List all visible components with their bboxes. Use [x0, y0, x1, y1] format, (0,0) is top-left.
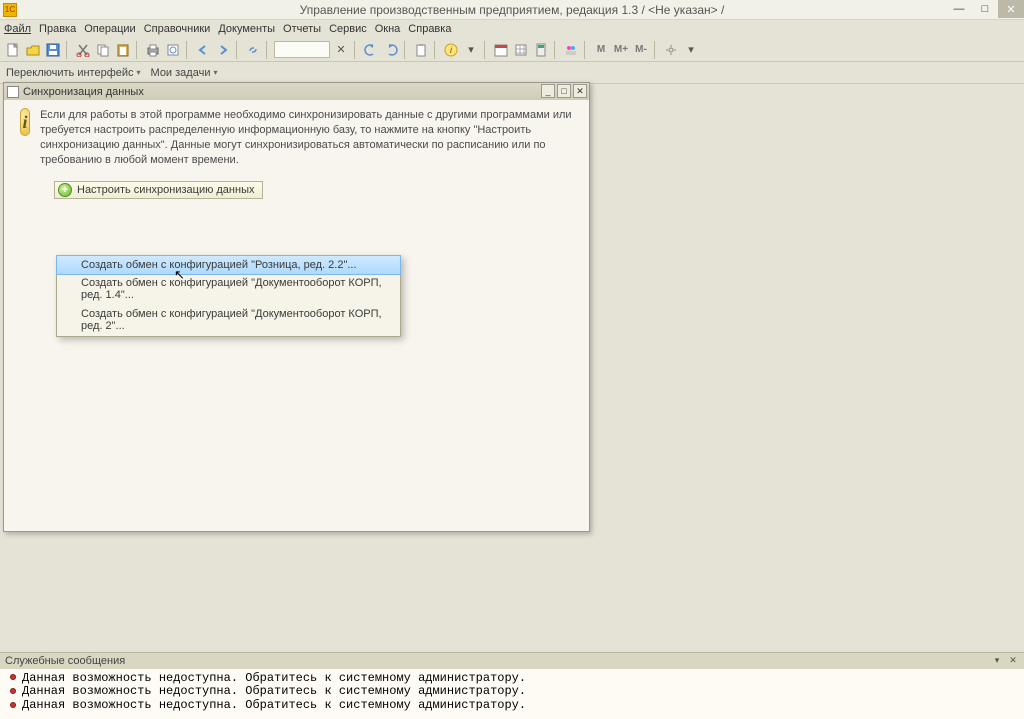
- info-text: Если для работы в этой программе необход…: [40, 108, 579, 167]
- toolbar-separator: [404, 41, 408, 59]
- sync-data-window: Синхронизация данных _ □ ✕ i Если для ра…: [3, 82, 590, 532]
- title-bar: 1C Управление производственным предприят…: [0, 0, 1024, 20]
- messages-collapse-icon[interactable]: ▾: [991, 655, 1003, 667]
- messages-body: Данная возможность недоступна. Обратитес…: [0, 669, 1024, 719]
- menu-bar: Файл Правка Операции Справочники Докумен…: [0, 20, 1024, 38]
- toolbar-separator: [236, 41, 240, 59]
- my-tasks-tab[interactable]: Мои задачи ▾: [151, 67, 218, 79]
- toolbar-separator: [66, 41, 70, 59]
- close-button[interactable]: ✕: [998, 0, 1024, 18]
- nav-forward-icon[interactable]: [382, 41, 400, 59]
- toolbar-separator: [554, 41, 558, 59]
- toolbar-separator: [484, 41, 488, 59]
- main-toolbar: ✕ i ▾ M M+ M- ▾: [0, 38, 1024, 62]
- inner-title-text: Синхронизация данных: [23, 86, 144, 98]
- cut-icon[interactable]: [74, 41, 92, 59]
- menu-documents[interactable]: Документы: [218, 23, 275, 35]
- toolbar-separator: [584, 41, 588, 59]
- preview-icon[interactable]: [164, 41, 182, 59]
- search-clear-icon[interactable]: ✕: [332, 41, 350, 59]
- help-drop-icon[interactable]: ▾: [462, 41, 480, 59]
- chevron-down-icon: ▾: [213, 68, 217, 77]
- inner-title-bar[interactable]: Синхронизация данных _ □ ✕: [4, 83, 589, 100]
- messages-header: Служебные сообщения ▾ ✕: [0, 653, 1024, 669]
- message-line: Данная возможность недоступна. Обратитес…: [10, 672, 1014, 686]
- inner-maximize-button[interactable]: □: [557, 84, 571, 98]
- inner-minimize-button[interactable]: _: [541, 84, 555, 98]
- menu-catalogs[interactable]: Справочники: [144, 23, 211, 35]
- messages-close-icon[interactable]: ✕: [1007, 655, 1019, 667]
- dropdown-item-roznitsa[interactable]: Создать обмен с конфигурацией "Розница, …: [56, 255, 401, 275]
- toolbar-separator: [354, 41, 358, 59]
- redo-icon[interactable]: [214, 41, 232, 59]
- menu-edit[interactable]: Правка: [39, 23, 76, 35]
- m-button[interactable]: M: [592, 41, 610, 59]
- window-controls: — □ ✕: [946, 0, 1024, 18]
- message-line: Данная возможность недоступна. Обратитес…: [10, 699, 1014, 713]
- save-icon[interactable]: [44, 41, 62, 59]
- settings-icon[interactable]: [662, 41, 680, 59]
- paste-icon[interactable]: [114, 41, 132, 59]
- undo-icon[interactable]: [194, 41, 212, 59]
- toolbar-separator: [654, 41, 658, 59]
- error-bullet-icon: [10, 688, 16, 694]
- settings-drop-icon[interactable]: ▾: [682, 41, 700, 59]
- copy-icon[interactable]: [94, 41, 112, 59]
- error-bullet-icon: [10, 702, 16, 708]
- toolbar-separator: [434, 41, 438, 59]
- clipboard-icon[interactable]: [412, 41, 430, 59]
- menu-help[interactable]: Справка: [408, 23, 451, 35]
- open-icon[interactable]: [24, 41, 42, 59]
- toolbar-separator: [186, 41, 190, 59]
- switch-interface-tab[interactable]: Переключить интерфейс ▾: [6, 67, 141, 79]
- toolbar-separator: [266, 41, 270, 59]
- m-minus-button[interactable]: M-: [632, 41, 650, 59]
- calc-icon[interactable]: [532, 41, 550, 59]
- dropdown-item-doc14[interactable]: Создать обмен с конфигурацией "Документо…: [57, 274, 400, 305]
- sync-options-dropdown: Создать обмен с конфигурацией "Розница, …: [56, 255, 401, 337]
- maximize-button[interactable]: □: [972, 0, 998, 18]
- interface-switch-bar: Переключить интерфейс ▾ Мои задачи ▾: [0, 62, 1024, 84]
- plus-icon: +: [58, 183, 72, 197]
- nav-back-icon[interactable]: [362, 41, 380, 59]
- configure-sync-button[interactable]: + Настроить синхронизацию данных: [54, 181, 263, 199]
- menu-file[interactable]: Файл: [4, 23, 31, 35]
- window-icon: [7, 86, 19, 98]
- app-window: 1C Управление производственным предприят…: [0, 0, 1024, 719]
- info-icon: i: [20, 108, 30, 136]
- inner-close-button[interactable]: ✕: [573, 84, 587, 98]
- dropdown-item-doc2[interactable]: Создать обмен с конфигурацией "Документо…: [57, 305, 400, 336]
- tab-label: Переключить интерфейс: [6, 67, 134, 79]
- new-icon[interactable]: [4, 41, 22, 59]
- configure-sync-label: Настроить синхронизацию данных: [77, 184, 254, 196]
- chevron-down-icon: ▾: [137, 68, 141, 77]
- app-title: Управление производственным предприятием…: [0, 3, 1024, 17]
- calendar-icon[interactable]: [492, 41, 510, 59]
- menu-service[interactable]: Сервис: [329, 23, 367, 35]
- toolbar-separator: [136, 41, 140, 59]
- messages-title: Служебные сообщения: [5, 655, 125, 667]
- link-icon[interactable]: [244, 41, 262, 59]
- message-line: Данная возможность недоступна. Обратитес…: [10, 685, 1014, 699]
- search-field[interactable]: [274, 41, 330, 58]
- menu-operations[interactable]: Операции: [84, 23, 135, 35]
- grid-icon[interactable]: [512, 41, 530, 59]
- menu-reports[interactable]: Отчеты: [283, 23, 321, 35]
- messages-panel: Служебные сообщения ▾ ✕ Данная возможнос…: [0, 652, 1024, 719]
- menu-windows[interactable]: Окна: [375, 23, 401, 35]
- error-bullet-icon: [10, 674, 16, 680]
- users-icon[interactable]: [562, 41, 580, 59]
- tab-label: Мои задачи: [151, 67, 211, 79]
- print-icon[interactable]: [144, 41, 162, 59]
- info-row: i Если для работы в этой программе необх…: [4, 100, 589, 175]
- minimize-button[interactable]: —: [946, 0, 972, 18]
- help-icon[interactable]: i: [442, 41, 460, 59]
- m-plus-button[interactable]: M+: [612, 41, 630, 59]
